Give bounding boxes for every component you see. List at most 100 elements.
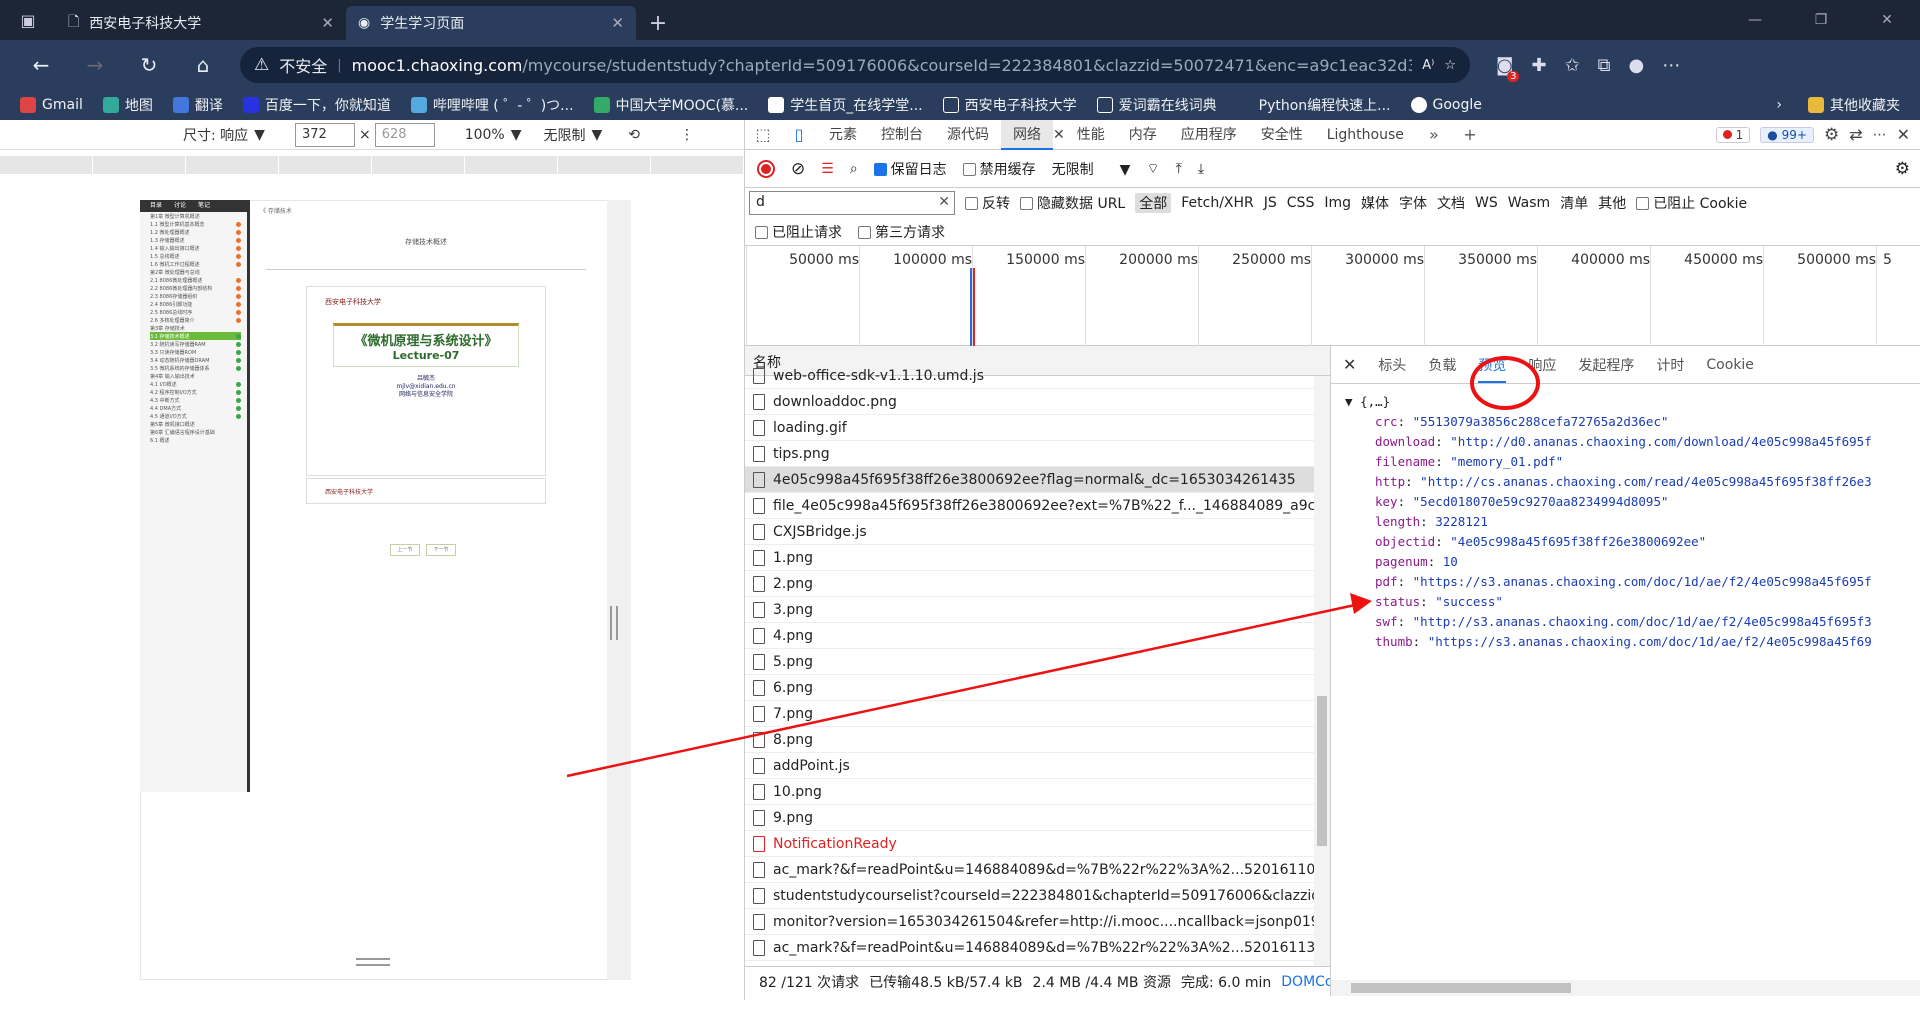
request-row[interactable]: 3.png <box>745 597 1330 623</box>
url-text[interactable]: mooc1.chaoxing.com/mycourse/studentstudy… <box>352 56 1413 75</box>
request-row[interactable]: 7.png <box>745 701 1330 727</box>
json-field[interactable]: pdf: "https://s3.ananas.chaoxing.com/doc… <box>1345 572 1906 592</box>
request-row[interactable]: addPoint.js <box>745 753 1330 779</box>
filter-type-5[interactable]: 媒体 <box>1361 193 1389 213</box>
blocked-requests-checkbox[interactable]: 已阻止请求 <box>755 222 842 242</box>
close-icon[interactable]: ✕ <box>1053 127 1065 143</box>
request-row[interactable]: ac_mark?&f=readPoint&u=146884089&d=%7B%2… <box>745 857 1330 883</box>
request-row[interactable]: studentstudycourselist?courseId=22238480… <box>745 883 1330 909</box>
more-tabs-icon[interactable]: » <box>1416 125 1452 144</box>
other-favorites[interactable]: › 其他收藏夹 <box>1776 95 1900 115</box>
filter-type-11[interactable]: 其他 <box>1598 193 1626 213</box>
settings-gear-icon[interactable]: ⚙ <box>1895 159 1910 179</box>
invert-checkbox[interactable]: 反转 <box>965 193 1010 213</box>
tab-0[interactable]: 元素 <box>817 120 869 150</box>
json-field[interactable]: thumb: "https://s3.ananas.chaoxing.com/d… <box>1345 632 1906 652</box>
new-tab-button[interactable]: + <box>636 6 680 40</box>
inspect-icon[interactable]: ⬚ <box>745 125 781 144</box>
network-overview-timeline[interactable]: 50000 ms 100000 ms 150000 ms 200000 ms 25000… <box>745 246 1920 346</box>
bookmark-student-home[interactable]: 学生首页_在线学堂... <box>768 95 923 115</box>
tab-notes[interactable]: 笔记 <box>198 200 210 212</box>
chapter-item[interactable]: 1.6 微机工作过程概述 <box>150 260 241 268</box>
tab-xidian[interactable]: 🗋 西安电子科技大学 ✕ <box>56 6 346 40</box>
breadcrumb[interactable]: 《 存储技术 <box>256 200 596 221</box>
request-row[interactable]: NotificationReady <box>745 831 1330 857</box>
close-window-icon[interactable]: ✕ <box>1854 0 1920 40</box>
rotate-icon[interactable]: ⟲ <box>628 127 640 143</box>
hide-data-url-checkbox[interactable]: 隐藏数据 URL <box>1020 193 1125 213</box>
resize-handle-bottom[interactable] <box>356 958 390 966</box>
chevron-down-icon[interactable]: ▼ <box>511 127 522 143</box>
bookmark-maps[interactable]: 地图 <box>102 95 153 115</box>
json-field[interactable]: key: "5ecd018070e59c9270aa8234994d8095" <box>1345 492 1906 512</box>
bookmark-gmail[interactable]: Gmail <box>20 97 83 113</box>
bookmark-bilibili[interactable]: 哔哩哔哩 ( ゜- ゜)つ... <box>410 95 574 115</box>
width-input[interactable]: 372 <box>294 122 355 147</box>
tab-actions-icon[interactable]: ▣ <box>0 0 56 40</box>
chapter-item[interactable]: 6.1 概述 <box>150 436 241 444</box>
chapter-item[interactable]: 3.4 动态随机存储器DRAM <box>150 356 241 364</box>
preserve-log-checkbox[interactable]: 保留日志 <box>873 159 947 179</box>
chapter-item[interactable]: 4.1 I/O概述 <box>150 380 241 388</box>
chapter-item[interactable]: 2.6 多核处理器简介 <box>150 316 241 324</box>
search-icon[interactable]: ⌕ <box>850 161 858 177</box>
close-devtools-icon[interactable]: ✕ <box>1897 125 1910 144</box>
more-icon[interactable]: ⋮ <box>680 127 694 143</box>
clear-filter-icon[interactable]: ✕ <box>938 194 950 210</box>
request-row[interactable]: 1.png <box>745 545 1330 571</box>
dimensions-dropdown[interactable]: 尺寸: 响应 <box>183 125 248 145</box>
refresh-icon[interactable]: ↻ <box>122 53 176 77</box>
request-list-scrollbar[interactable] <box>1314 376 1330 996</box>
close-icon[interactable]: ✕ <box>321 14 334 32</box>
filter-type-3[interactable]: CSS <box>1287 195 1315 211</box>
minimize-icon[interactable]: — <box>1722 0 1788 40</box>
wifi-conditions-icon[interactable]: ⌔ <box>1146 160 1159 178</box>
filter-type-9[interactable]: Wasm <box>1508 195 1550 211</box>
import-icon[interactable]: ⤒ <box>1176 161 1182 177</box>
bookmark-xidian[interactable]: 西安电子科技大学 <box>942 95 1077 115</box>
bookmark-google[interactable]: Google <box>1410 97 1482 113</box>
tab-2[interactable]: 源代码 <box>935 120 1001 150</box>
connect-icon[interactable]: ⇄ <box>1849 125 1862 144</box>
bookmark-iciba[interactable]: 爱词霸在线词典 <box>1096 95 1217 115</box>
request-row[interactable]: 10.png <box>745 779 1330 805</box>
chapter-item[interactable]: 3.5 微机系统的存储器体系 <box>150 364 241 372</box>
bookmark-icourse[interactable]: 中国大学MOOC(慕... <box>593 95 748 115</box>
request-row[interactable]: file_4e05c998a45f695f38ff26e3800692ee?ex… <box>745 493 1330 519</box>
forward-icon[interactable]: → <box>68 53 122 77</box>
request-row[interactable]: 5.png <box>745 649 1330 675</box>
message-count-badge[interactable]: ● 99+ <box>1760 126 1814 143</box>
request-row[interactable]: web-office-sdk-v1.1.10.umd.js <box>745 363 1330 389</box>
bookmark-translate[interactable]: 翻译 <box>172 95 223 115</box>
export-icon[interactable]: ⤓ <box>1198 161 1204 177</box>
profile-avatar-icon[interactable]: ● <box>1629 55 1645 76</box>
json-field[interactable]: crc: "5513079a3856c288cefa72765a2d36ec" <box>1345 412 1906 432</box>
detail-tab-6[interactable]: Cookie <box>1706 357 1754 373</box>
close-detail-icon[interactable]: ✕ <box>1343 355 1356 374</box>
chevron-down-icon[interactable]: ▼ <box>254 127 265 143</box>
blocked-cookies-checkbox[interactable]: 已阻止 Cookie <box>1636 193 1747 213</box>
filter-type-6[interactable]: 字体 <box>1399 193 1427 213</box>
disable-cache-checkbox[interactable]: 禁用缓存 <box>962 159 1036 179</box>
request-row[interactable]: ac_mark?&f=readPoint&u=146884089&d=%7B%2… <box>745 935 1330 961</box>
chapter-item[interactable]: 4.3 中断方式 <box>150 396 241 404</box>
tab-7[interactable]: 安全性 <box>1249 120 1315 150</box>
chapter-item[interactable]: 3.3 只读存储器ROM <box>150 348 241 356</box>
back-icon[interactable]: ← <box>14 53 68 77</box>
chapter-item[interactable]: 2.3 8086存储器组织 <box>150 292 241 300</box>
tab-student-study[interactable]: ◉ 学生学习页面 ✕ <box>346 6 636 40</box>
slide-next-preview[interactable]: 西安电子科技大学 <box>306 478 546 504</box>
request-row[interactable]: monitor?version=1653034261504&refer=http… <box>745 909 1330 935</box>
filter-type-0[interactable]: 全部 <box>1135 193 1172 213</box>
error-count-badge[interactable]: 1 <box>1715 126 1751 143</box>
collections-icon[interactable]: ⧉ <box>1598 55 1611 76</box>
restore-icon[interactable]: ❐ <box>1788 0 1854 40</box>
chapter-item[interactable]: 1.4 输入输出接口概述 <box>150 244 241 252</box>
request-row[interactable]: 6.png <box>745 675 1330 701</box>
request-row[interactable]: 4e05c998a45f695f38ff26e3800692ee?flag=no… <box>745 467 1330 493</box>
tab-8[interactable]: Lighthouse <box>1315 120 1416 150</box>
prev-section-button[interactable]: 上一节 <box>390 544 420 556</box>
favorites-icon[interactable]: ✩ <box>1565 55 1580 76</box>
request-row[interactable]: 9.png <box>745 805 1330 831</box>
filter-type-1[interactable]: Fetch/XHR <box>1181 195 1254 211</box>
